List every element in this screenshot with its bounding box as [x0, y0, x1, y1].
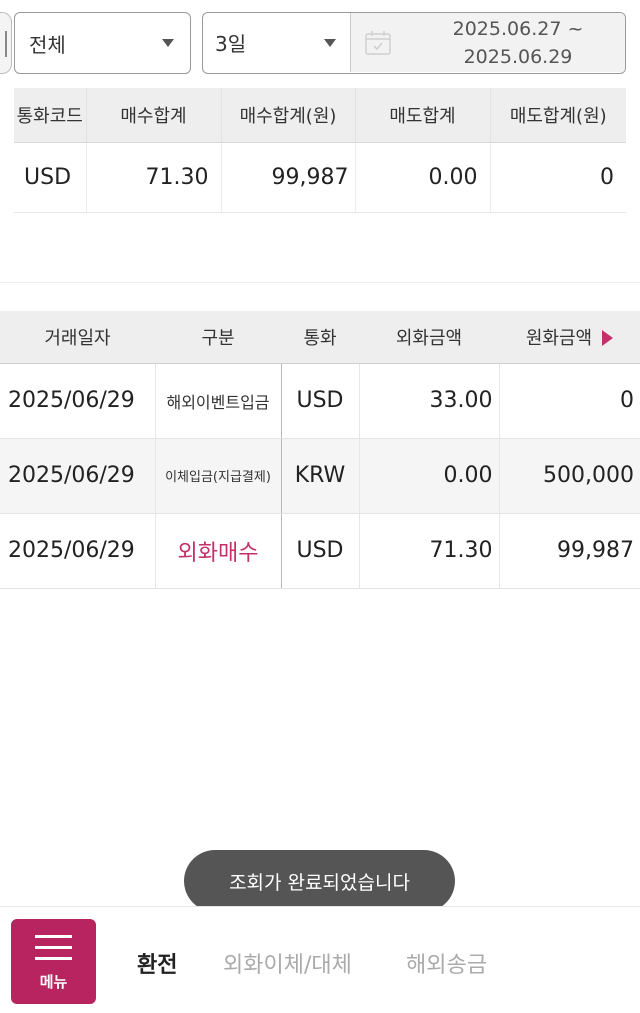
menu-label: 메뉴	[39, 973, 68, 991]
tx-type: 해외이벤트입금	[154, 363, 282, 439]
section-divider	[0, 282, 640, 283]
tx-date: 2025/06/29	[0, 438, 155, 514]
transactions-table: 거래일자 구분 통화 외화금액 원화금액 2025/06/29 해외이벤트입금 …	[0, 311, 640, 589]
tx-krw-amount: 0	[499, 363, 640, 439]
toast-message: 조회가 완료되었습니다	[184, 850, 455, 912]
calendar-icon	[365, 31, 391, 55]
table-row[interactable]: 2025/06/29 해외이벤트입금 USD 33.00 0	[0, 363, 640, 439]
tx-header-krw-amount-label: 원화금액	[525, 327, 593, 349]
summary-buy-total-krw: 99,987	[221, 142, 356, 213]
summary-header-sell-total-krw: 매도합계(원)	[490, 88, 626, 143]
side-drawer-handle[interactable]	[0, 12, 12, 74]
summary-header-buy-total-krw: 매수합계(원)	[221, 88, 356, 143]
summary-sell-total-krw: 0	[490, 142, 626, 213]
summary-buy-total: 71.30	[86, 142, 222, 213]
summary-sell-total: 0.00	[355, 142, 491, 213]
summary-header-currency: 통화코드	[14, 88, 87, 143]
tab-exchange[interactable]: 환전	[137, 947, 177, 979]
category-select-value: 전체	[29, 32, 66, 57]
tx-currency: KRW	[281, 438, 360, 514]
filter-row: 전체 3일 2025.06.27 ~ 2025.06.29	[0, 12, 640, 76]
tx-date: 2025/06/29	[0, 363, 155, 439]
tx-fx-amount: 33.00	[359, 363, 500, 439]
tx-krw-amount: 500,000	[499, 438, 640, 514]
date-from: 2025.06.27 ~	[452, 18, 584, 40]
tx-header-type: 구분	[155, 311, 281, 364]
bottom-nav: 메뉴 환전 외화이체/대체 해외송금	[0, 906, 640, 1013]
summary-row: USD 71.30 99,987 0.00 0	[14, 142, 626, 213]
date-to: 2025.06.29	[463, 46, 573, 68]
chevron-down-icon	[162, 39, 174, 47]
period-select[interactable]: 3일	[203, 13, 351, 72]
tx-krw-amount: 99,987	[499, 513, 640, 589]
category-select[interactable]: 전체	[14, 12, 191, 74]
tx-currency: USD	[281, 513, 360, 589]
summary-table: 통화코드 매수합계 매수합계(원) 매도합계 매도합계(원) USD 71.30…	[14, 88, 626, 213]
summary-header-row: 통화코드 매수합계 매수합계(원) 매도합계 매도합계(원)	[14, 88, 626, 143]
scroll-right-icon[interactable]	[602, 329, 614, 346]
tab-fx-transfer[interactable]: 외화이체/대체	[223, 947, 352, 979]
tx-type: 외화매수	[154, 513, 282, 589]
table-row[interactable]: 2025/06/29 외화매수 USD 71.30 99,987	[0, 513, 640, 589]
tx-header-currency: 통화	[281, 311, 359, 364]
date-range-text: 2025.06.27 ~ 2025.06.29	[411, 15, 625, 71]
tx-date: 2025/06/29	[0, 513, 155, 589]
tx-header-date: 거래일자	[0, 311, 155, 364]
date-filter: 3일 2025.06.27 ~ 2025.06.29	[202, 12, 626, 74]
tx-header-fx-amount: 외화금액	[359, 311, 499, 364]
tab-overseas-remittance[interactable]: 해외송금	[406, 947, 487, 979]
tx-fx-amount: 71.30	[359, 513, 500, 589]
summary-header-buy-total: 매수합계	[86, 88, 222, 143]
menu-button[interactable]: 메뉴	[11, 919, 96, 1004]
summary-header-sell-total: 매도합계	[355, 88, 491, 143]
chevron-down-icon	[324, 39, 336, 47]
tx-header-krw-amount[interactable]: 원화금액	[499, 311, 640, 364]
period-select-value: 3일	[215, 32, 247, 56]
tx-currency: USD	[281, 363, 360, 439]
tx-fx-amount: 0.00	[359, 438, 500, 514]
transactions-header-row: 거래일자 구분 통화 외화금액 원화금액	[0, 311, 640, 364]
table-row[interactable]: 2025/06/29 이체입금(지급결제) KRW 0.00 500,000	[0, 438, 640, 514]
summary-currency: USD	[14, 142, 87, 213]
tx-type: 이체입금(지급결제)	[154, 438, 282, 514]
date-range-picker[interactable]: 2025.06.27 ~ 2025.06.29	[351, 13, 625, 72]
